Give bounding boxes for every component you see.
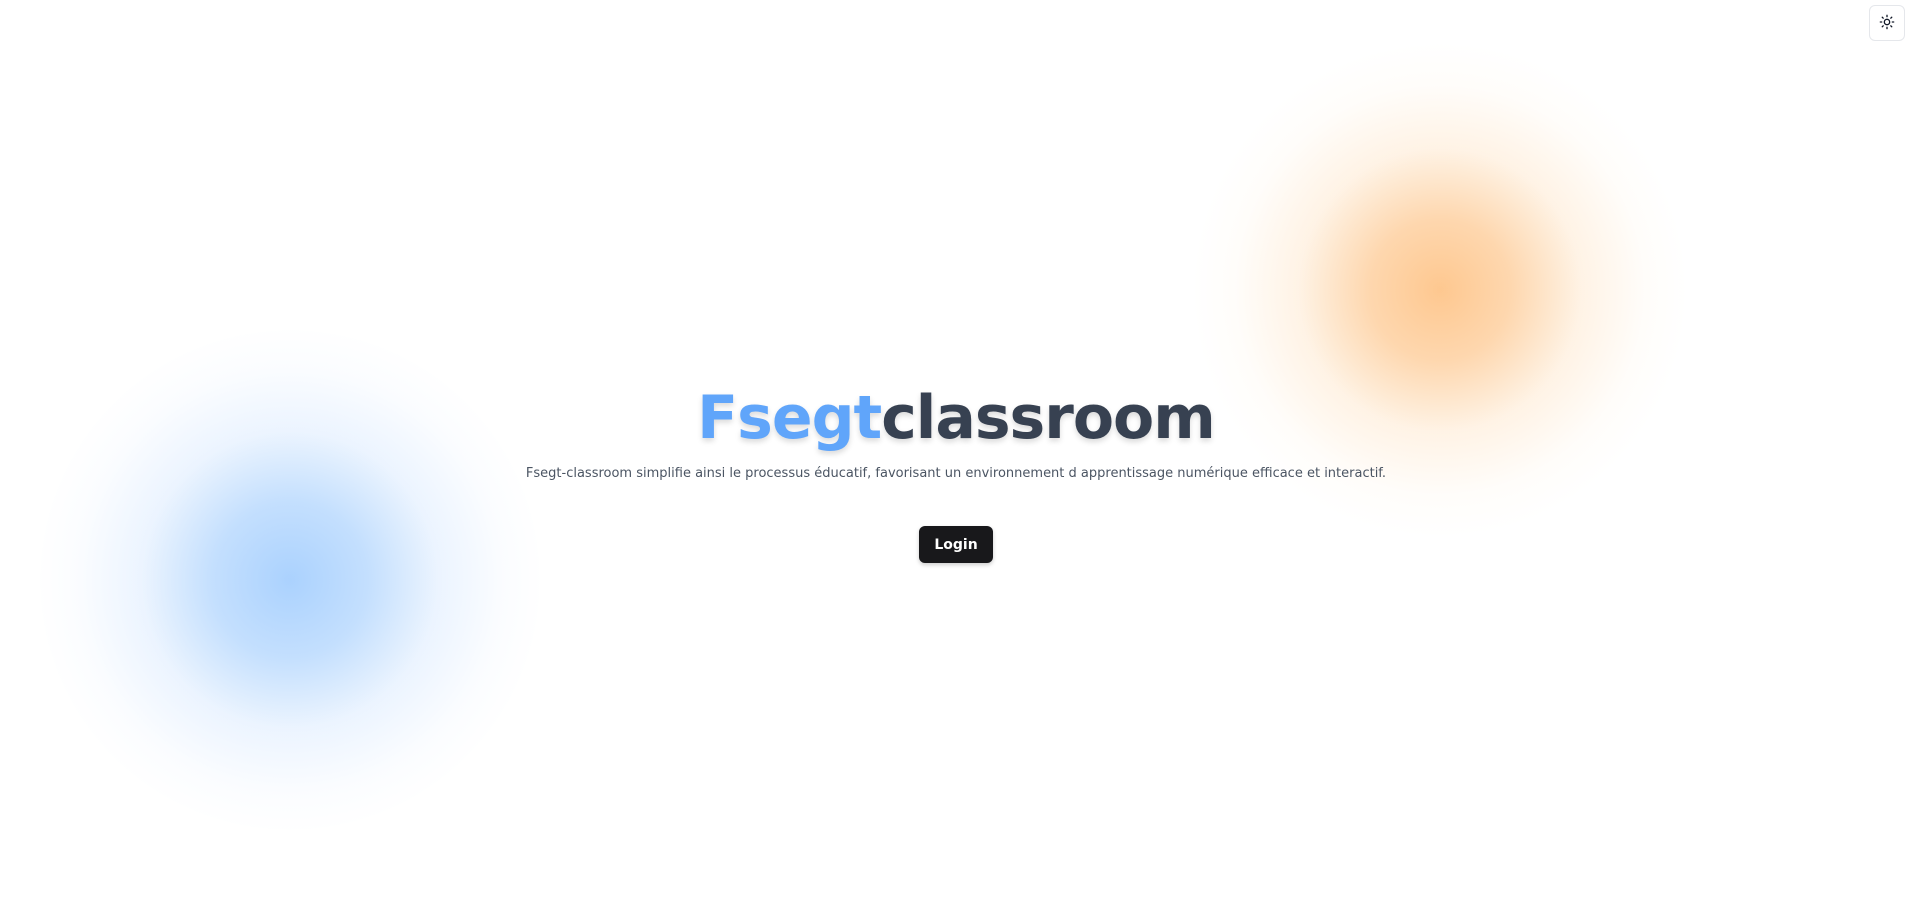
sun-icon	[1879, 14, 1895, 33]
title-brand: Fsegt	[697, 383, 882, 453]
login-button[interactable]: Login	[919, 526, 993, 563]
page-title: Fsegtclassroom	[697, 380, 1216, 456]
hero-section: Fsegtclassroom Fsegt-classroom simplifie…	[0, 380, 1912, 563]
hero-subtitle: Fsegt-classroom simplifie ainsi le proce…	[525, 466, 1387, 481]
title-rest: classroom	[881, 383, 1216, 453]
landing-page: Fsegtclassroom Fsegt-classroom simplifie…	[0, 0, 1912, 924]
theme-toggle-button[interactable]	[1869, 5, 1905, 41]
